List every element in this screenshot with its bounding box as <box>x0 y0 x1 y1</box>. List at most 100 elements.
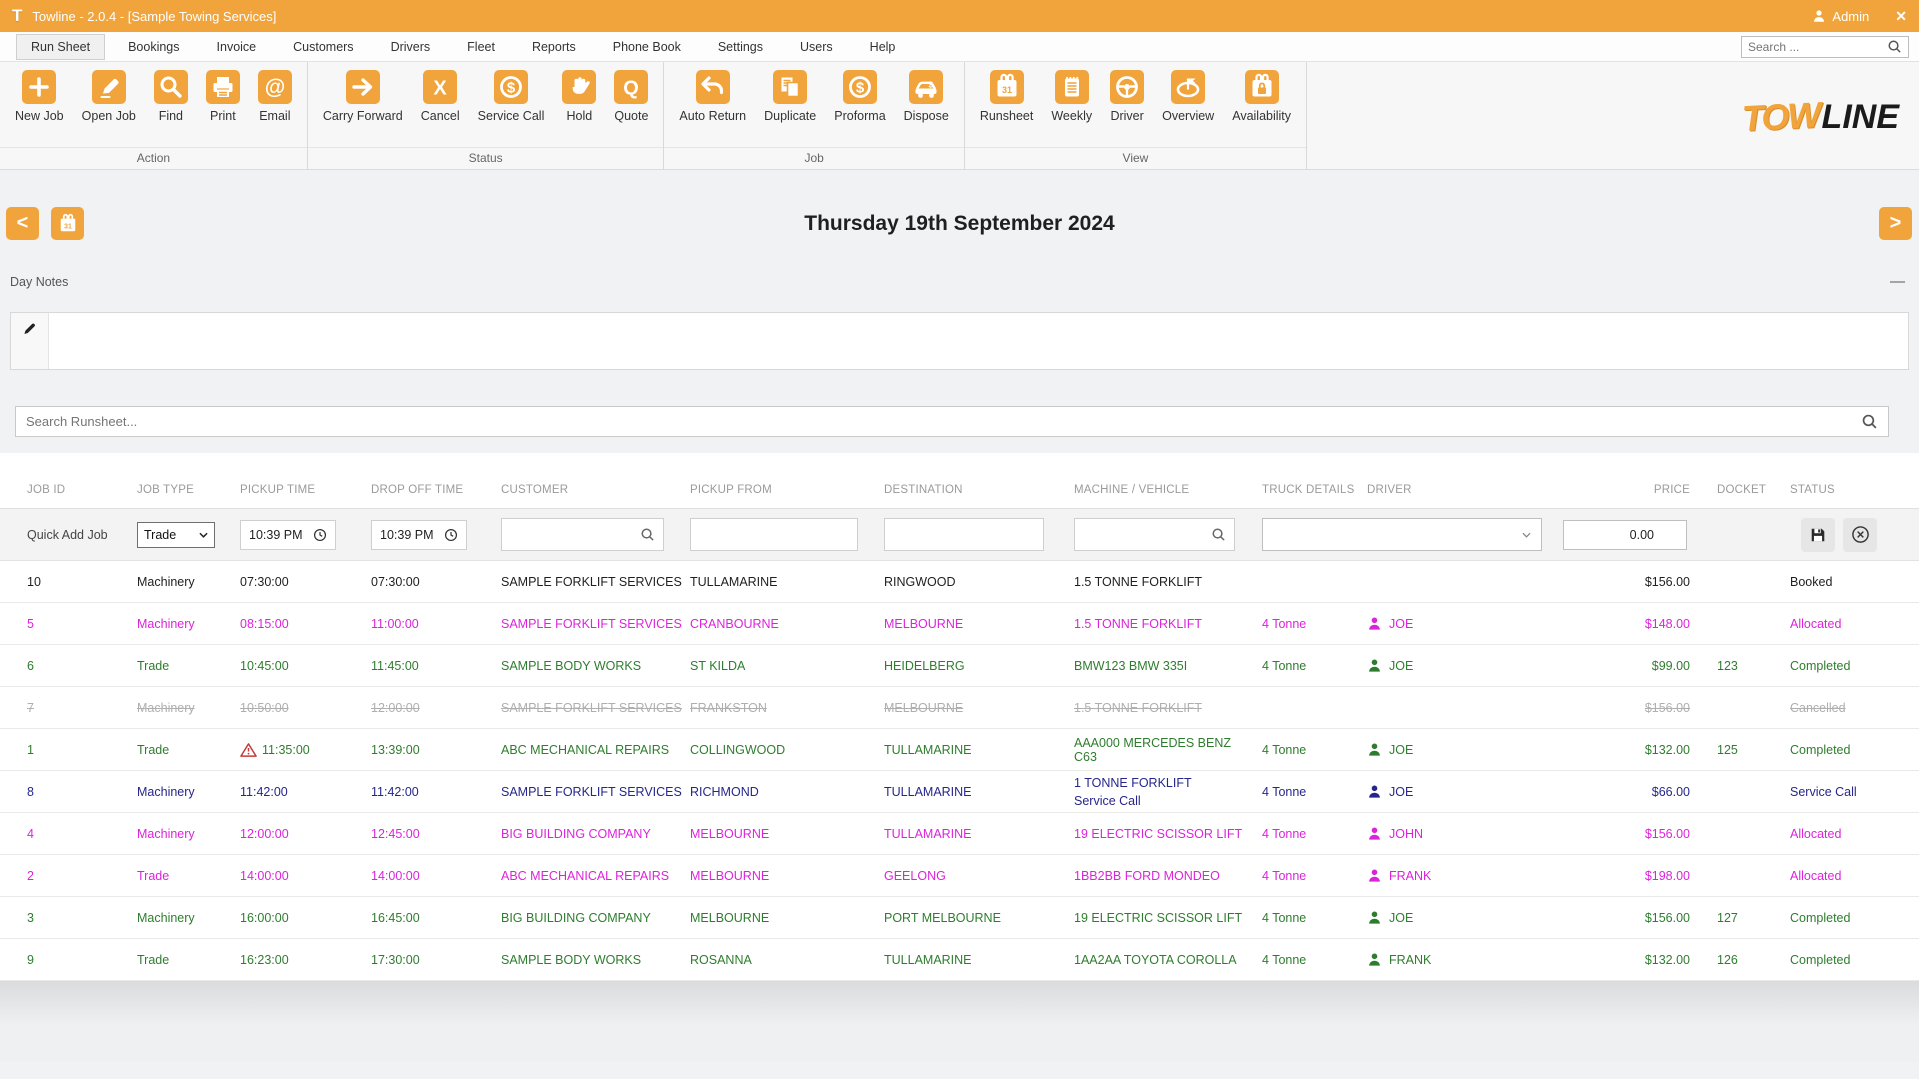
quick-add-save-button[interactable] <box>1801 518 1835 552</box>
auto-return-button[interactable]: Auto Return <box>670 70 755 123</box>
quick-add-pickup-from-input[interactable] <box>699 528 849 542</box>
open-job-button[interactable]: Open Job <box>73 70 145 123</box>
quick-add-pickup-from-field[interactable] <box>690 518 858 551</box>
hold-button[interactable]: Hold <box>553 70 605 123</box>
quick-add-destination-field[interactable] <box>884 518 1044 551</box>
service-call-button[interactable]: $Service Call <box>469 70 554 123</box>
quick-add-job-type-select[interactable]: Trade <box>137 522 215 548</box>
runsheet-search[interactable] <box>15 406 1889 437</box>
quick-add-cancel-button[interactable] <box>1843 518 1877 552</box>
menu-tab-drivers[interactable]: Drivers <box>377 35 445 59</box>
driver-button[interactable]: Driver <box>1101 70 1153 123</box>
calendar-picker-button[interactable]: 31 <box>51 207 84 240</box>
driver: JOHN <box>1367 826 1563 841</box>
column-header-drop-off-time: DROP OFF TIME <box>371 483 501 499</box>
job-row-6[interactable]: 6Trade10:45:0011:45:00SAMPLE BODY WORKSS… <box>0 645 1919 687</box>
column-header-docket: DOCKET <box>1690 483 1763 499</box>
job-row-10[interactable]: 10Machinery07:30:0007:30:00SAMPLE FORKLI… <box>0 561 1919 603</box>
job-row-5[interactable]: 5Machinery08:15:0011:00:00SAMPLE FORKLIF… <box>0 603 1919 645</box>
menu-tab-phone-book[interactable]: Phone Book <box>599 35 695 59</box>
day-notes-collapse-icon[interactable]: — <box>1890 277 1905 287</box>
user-menu[interactable]: Admin <box>1812 9 1869 24</box>
dropoff-time: 17:30:00 <box>371 953 501 967</box>
job-type: Machinery <box>137 911 240 925</box>
quote-button[interactable]: QQuote <box>605 70 657 123</box>
menu-tab-fleet[interactable]: Fleet <box>453 35 509 59</box>
quick-add-machine-input[interactable] <box>1083 528 1211 542</box>
button-label: Auto Return <box>679 109 746 123</box>
truck-details: 4 Tonne <box>1262 785 1367 799</box>
email-button[interactable]: @Email <box>249 70 301 123</box>
global-search-input[interactable] <box>1748 40 1887 54</box>
menu-tab-settings[interactable]: Settings <box>704 35 777 59</box>
quick-add-destination-input[interactable] <box>893 528 1035 542</box>
quick-add-pickup-time-input[interactable] <box>249 528 309 542</box>
pickup-from: MELBOURNE <box>690 911 884 925</box>
job-id: 1 <box>27 743 137 757</box>
proforma-button[interactable]: $Proforma <box>825 70 894 123</box>
close-icon[interactable]: ✕ <box>1895 8 1907 25</box>
customer: ABC MECHANICAL REPAIRS <box>501 743 690 757</box>
status-badge: Completed <box>1763 953 1919 967</box>
menu-tab-run-sheet[interactable]: Run Sheet <box>16 34 105 60</box>
destination: TULLAMARINE <box>884 953 1074 967</box>
menu-tab-users[interactable]: Users <box>786 35 847 59</box>
job-row-9[interactable]: 9Trade16:23:0017:30:00SAMPLE BODY WORKSR… <box>0 939 1919 981</box>
button-label: Carry Forward <box>323 109 403 123</box>
dropoff-time: 07:30:00 <box>371 575 501 589</box>
job-row-4[interactable]: 4Machinery12:00:0012:45:00BIG BUILDING C… <box>0 813 1919 855</box>
quick-add-dropoff-time[interactable] <box>371 520 467 550</box>
customer: SAMPLE BODY WORKS <box>501 953 690 967</box>
chevron-down-icon <box>199 532 208 538</box>
quick-add-customer-input[interactable] <box>510 528 640 542</box>
carry-forward-button[interactable]: Carry Forward <box>314 70 412 123</box>
car-icon: $ <box>909 70 943 104</box>
runsheet-button[interactable]: 31Runsheet <box>971 70 1043 123</box>
job-row-1[interactable]: 1Trade11:35:0013:39:00ABC MECHANICAL REP… <box>0 729 1919 771</box>
quick-add-customer-field[interactable] <box>501 518 664 551</box>
duplicate-button[interactable]: Duplicate <box>755 70 825 123</box>
quick-add-price-input[interactable] <box>1563 520 1687 550</box>
menu-tab-invoice[interactable]: Invoice <box>203 35 271 59</box>
cancel-button[interactable]: XCancel <box>412 70 469 123</box>
driver: JOE <box>1367 658 1563 673</box>
dispose-button[interactable]: $Dispose <box>895 70 958 123</box>
x-letter-icon: X <box>423 70 457 104</box>
overview-button[interactable]: Overview <box>1153 70 1223 123</box>
job-row-7[interactable]: 7Machinery10:50:0012:00:00SAMPLE FORKLIF… <box>0 687 1919 729</box>
machine-vehicle: AAA000 MERCEDES BENZ C63 <box>1074 736 1262 764</box>
job-type: Trade <box>137 869 240 883</box>
job-row-8[interactable]: 8Machinery11:42:0011:42:00SAMPLE FORKLIF… <box>0 771 1919 813</box>
menu-tab-help[interactable]: Help <box>856 35 910 59</box>
find-button[interactable]: Find <box>145 70 197 123</box>
new-job-button[interactable]: New Job <box>6 70 73 123</box>
day-notes-edit-cell[interactable] <box>11 313 49 369</box>
runsheet-search-input[interactable] <box>26 414 1861 429</box>
next-day-button[interactable]: > <box>1879 207 1912 240</box>
price: $132.00 <box>1563 743 1690 757</box>
menu-tab-reports[interactable]: Reports <box>518 35 590 59</box>
job-id: 5 <box>27 617 137 631</box>
weekly-button[interactable]: Weekly <box>1042 70 1101 123</box>
job-type: Machinery <box>137 785 240 799</box>
calendar-31-icon: 31 <box>990 70 1024 104</box>
quick-add-dropoff-time-input[interactable] <box>380 528 440 542</box>
day-notes-textarea[interactable] <box>49 313 1908 369</box>
pencil-icon <box>21 320 38 337</box>
quick-add-pickup-time[interactable] <box>240 520 336 550</box>
plus-icon <box>22 70 56 104</box>
previous-day-button[interactable]: < <box>6 207 39 240</box>
job-row-2[interactable]: 2Trade14:00:0014:00:00ABC MECHANICAL REP… <box>0 855 1919 897</box>
quick-add-driver-select[interactable] <box>1262 518 1542 551</box>
ribbon-group-label: Action <box>0 147 307 169</box>
print-button[interactable]: Print <box>197 70 249 123</box>
quick-add-machine-field[interactable] <box>1074 518 1235 551</box>
driver-icon <box>1367 826 1382 841</box>
global-search[interactable] <box>1741 36 1909 58</box>
ribbon-group-view: 31RunsheetWeeklyDriverOverviewAvailabili… <box>965 62 1307 169</box>
availability-button[interactable]: Availability <box>1223 70 1300 123</box>
job-row-3[interactable]: 3Machinery16:00:0016:45:00BIG BUILDING C… <box>0 897 1919 939</box>
menu-tab-bookings[interactable]: Bookings <box>114 35 193 59</box>
button-label: Find <box>159 109 183 123</box>
menu-tab-customers[interactable]: Customers <box>279 35 367 59</box>
